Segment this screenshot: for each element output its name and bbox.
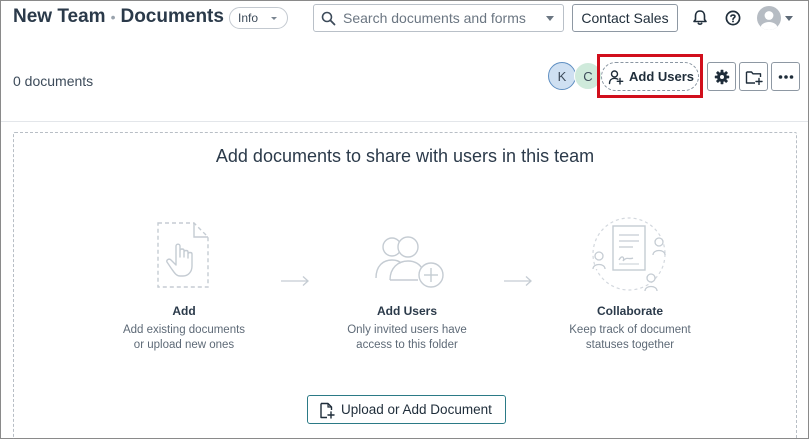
bell-icon[interactable]: [690, 8, 710, 28]
person-silhouette-icon: [760, 11, 778, 30]
new-folder-icon: [745, 70, 763, 85]
step-add-line-1: Add existing documents: [122, 324, 246, 336]
document-hand-icon: [157, 222, 209, 288]
team-name: New Team: [13, 6, 106, 27]
add-user-icon: [608, 70, 624, 85]
empty-state-title: Add documents to share with users in thi…: [215, 146, 595, 166]
help-icon[interactable]: [723, 8, 743, 28]
more-options-button[interactable]: [771, 62, 800, 91]
step-collaborate-line-1: Keep track of document: [569, 324, 691, 336]
step-add-line-2: or upload new ones: [133, 339, 235, 351]
info-label: Info: [238, 11, 259, 25]
upload-label: Upload or Add Document: [341, 402, 492, 417]
section-name: Documents: [120, 6, 224, 27]
step-add-users-description: Only invited users have access to this f…: [317, 323, 497, 353]
step-add-title: Add: [172, 304, 196, 318]
add-document-icon: [320, 402, 335, 419]
gear-icon: [714, 69, 729, 84]
collaborate-document-icon: [592, 217, 666, 292]
add-users-label: Add Users: [629, 69, 695, 84]
step-collaborate-line-2: statuses together: [585, 339, 675, 351]
member-avatar-k[interactable]: K: [548, 62, 576, 90]
search-box[interactable]: [313, 4, 564, 32]
arrow-right-icon: [504, 276, 532, 286]
step-add-users-title: Add Users: [376, 304, 438, 318]
arrow-right-icon: [281, 276, 309, 286]
users-add-icon: [375, 236, 444, 288]
more-icon: [778, 74, 793, 79]
toolbar-divider: [1, 121, 808, 122]
settings-button[interactable]: [707, 62, 736, 91]
contact-sales-button[interactable]: Contact Sales: [572, 4, 678, 32]
user-avatar-icon[interactable]: [757, 6, 781, 30]
info-dropdown[interactable]: Info: [229, 7, 288, 29]
add-users-button[interactable]: Add Users: [601, 62, 699, 91]
title-separator: •: [110, 9, 116, 25]
step-collaborate-title: Collaborate: [596, 304, 663, 318]
step-collaborate-description: Keep track of document statuses together: [540, 323, 720, 353]
step-add-users-line-2: access to this folder: [356, 339, 458, 351]
app-header: New Team • Documents Info Contact Sales: [0, 0, 809, 36]
page-title: New Team • Documents: [13, 6, 224, 28]
document-count: 0 documents: [13, 73, 94, 89]
step-add-description: Add existing documents or upload new one…: [94, 323, 274, 353]
new-folder-button[interactable]: [739, 62, 768, 91]
chevron-down-icon: [271, 17, 277, 20]
chevron-down-icon[interactable]: [785, 16, 793, 22]
search-icon: [321, 11, 336, 26]
step-add-users-line-1: Only invited users have: [347, 324, 467, 336]
upload-or-add-document-button[interactable]: Upload or Add Document: [307, 395, 506, 424]
search-filter-dropdown-icon[interactable]: [546, 16, 554, 22]
search-input[interactable]: [343, 8, 533, 28]
